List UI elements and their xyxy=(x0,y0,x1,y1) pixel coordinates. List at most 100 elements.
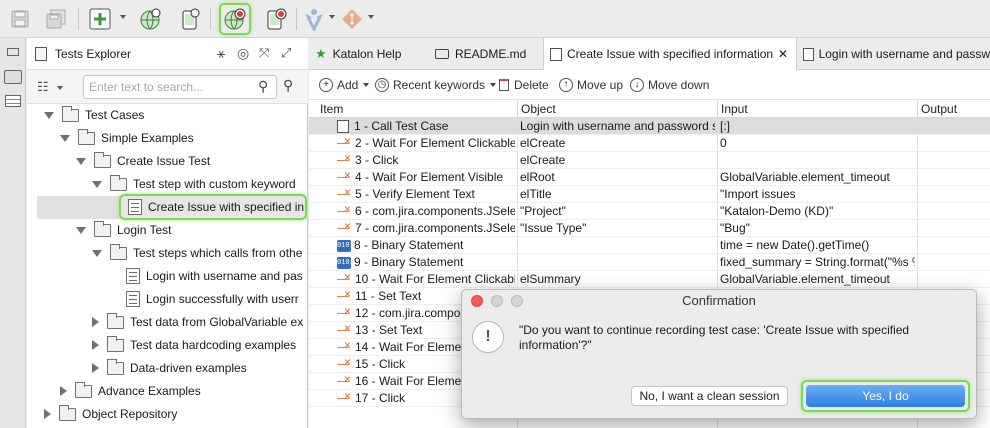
collapse-icon[interactable]: ⚹ xyxy=(217,45,225,62)
tree-item-create-issue-selected[interactable]: Create Issue with specified in xyxy=(37,194,308,220)
tree-item-simple-examples[interactable]: Simple Examples xyxy=(60,127,194,149)
step-item-label: 15 - Click xyxy=(355,357,406,371)
tree-item-login-test[interactable]: Login Test xyxy=(76,219,172,241)
step-object-cell[interactable]: elSummary xyxy=(520,272,715,286)
keyword-icon xyxy=(337,289,353,301)
step-input-cell[interactable]: "Katalon-Demo (KD)" xyxy=(720,204,915,218)
move-up-button[interactable]: ↑ Move up xyxy=(559,76,623,94)
tests-explorer-icon[interactable] xyxy=(4,70,22,84)
step-item-cell[interactable]: 01018 - Binary Statement xyxy=(337,238,515,252)
git-icon[interactable] xyxy=(338,5,366,33)
step-input-cell[interactable]: GlobalVariable.element_timeout xyxy=(720,272,915,286)
no-clean-session-button[interactable]: No, I want a clean session xyxy=(631,386,788,406)
step-input-cell[interactable]: time = new Date().getTime() xyxy=(720,238,915,252)
step-item-cell[interactable]: 01019 - Binary Statement xyxy=(337,255,515,269)
record-web-icon[interactable] xyxy=(219,3,251,35)
advanced-search-icon[interactable]: ⚲ xyxy=(283,77,293,94)
tree-item-hardcoding[interactable]: Test data hardcoding examples xyxy=(90,334,296,356)
column-output[interactable]: Output xyxy=(921,102,957,116)
step-item-cell[interactable]: 2 - Wait For Element Clickable xyxy=(337,136,515,150)
step-object-cell[interactable]: "Project" xyxy=(520,204,715,218)
tree-item-test-cases[interactable]: Test Cases xyxy=(44,104,144,126)
table-row[interactable]: 5 - Verify Element Text elTitle "Import is… xyxy=(309,186,990,203)
step-item-cell[interactable]: 7 - com.jira.components.JSele xyxy=(337,221,515,235)
call-test-case-icon xyxy=(337,120,349,134)
tree-item-data-driven[interactable]: Data-driven examples xyxy=(90,357,247,379)
tree-item-create-issue-test[interactable]: Create Issue Test xyxy=(76,150,210,172)
filter-icon[interactable]: ☷ xyxy=(37,79,49,95)
step-item-label: 12 - com.jira.compo xyxy=(355,306,461,320)
step-input-cell[interactable]: 0 xyxy=(720,136,915,150)
step-object-cell[interactable]: Login with username and password sp xyxy=(520,119,715,133)
column-input[interactable]: Input xyxy=(721,102,748,116)
step-item-cell[interactable]: 10 - Wait For Element Clickable xyxy=(337,272,515,286)
table-row[interactable]: 6 - com.jira.components.JSele "Project" "K… xyxy=(309,203,990,220)
step-item-cell[interactable]: 1 - Call Test Case xyxy=(337,119,515,134)
table-row[interactable]: 7 - com.jira.components.JSele "Issue Type… xyxy=(309,220,990,237)
tree-item-object-repository[interactable]: Object Repository xyxy=(42,403,177,425)
search-box: ⚲ xyxy=(83,75,277,99)
maximize-icon[interactable]: ⤢ xyxy=(281,45,291,61)
step-object-cell[interactable]: elTitle xyxy=(520,187,715,201)
add-icon[interactable] xyxy=(86,5,114,33)
step-item-cell[interactable]: 5 - Verify Element Text xyxy=(337,187,515,201)
tree-item-globalvariable[interactable]: Test data from GlobalVariable ex xyxy=(90,311,303,333)
step-input-cell[interactable]: fixed_summary = String.format("%s % xyxy=(720,255,915,269)
tab-create-issue[interactable]: Create Issue with specified information … xyxy=(543,38,797,70)
table-row[interactable]: 3 - Click elCreate xyxy=(309,152,990,169)
step-object-cell[interactable]: elRoot xyxy=(520,170,715,184)
keywords-icon[interactable] xyxy=(5,95,21,107)
refresh-icon[interactable]: ◎ xyxy=(237,45,249,62)
test-case-icon xyxy=(550,47,562,61)
add-button[interactable]: + Add xyxy=(319,76,370,94)
warning-icon: ! xyxy=(472,321,504,353)
search-input[interactable] xyxy=(84,76,250,98)
table-row[interactable]: 4 - Wait For Element Visible elRoot Global… xyxy=(309,169,990,186)
recent-keywords-button[interactable]: ◷ Recent keywords xyxy=(375,76,497,94)
table-row[interactable]: 1 - Call Test Case Login with username an… xyxy=(309,118,990,135)
table-row[interactable]: 10 - Wait For Element Clickable elSummary… xyxy=(309,271,990,288)
step-input-cell[interactable]: [:] xyxy=(720,119,915,133)
tab-readme[interactable]: README.md xyxy=(425,38,543,70)
tree-item-login-username[interactable]: Login with username and pas xyxy=(126,265,303,287)
step-object-cell[interactable]: elCreate xyxy=(520,153,715,167)
delete-button[interactable]: Delete xyxy=(499,76,549,94)
save-all-icon[interactable] xyxy=(42,5,70,33)
spy-web-icon[interactable] xyxy=(136,5,164,33)
table-row[interactable]: 01019 - Binary Statement fixed_summary = … xyxy=(309,254,990,271)
step-object-cell[interactable]: elCreate xyxy=(520,136,715,150)
step-item-label: 6 - com.jira.components.JSele xyxy=(355,204,515,218)
minimize-icon[interactable] xyxy=(7,48,19,56)
save-icon[interactable] xyxy=(6,5,34,33)
spy-mobile-icon[interactable] xyxy=(176,5,204,33)
yes-button[interactable]: Yes, I do xyxy=(806,385,965,407)
move-down-button[interactable]: ↓ Move down xyxy=(630,76,709,94)
column-item[interactable]: Item xyxy=(320,102,343,116)
step-item-cell[interactable]: 3 - Click xyxy=(337,153,515,167)
jira-icon[interactable] xyxy=(300,5,328,33)
record-mobile-icon[interactable] xyxy=(262,5,290,33)
tree-item-advance-examples[interactable]: Advance Examples xyxy=(58,380,201,402)
filter-dropdown-icon[interactable] xyxy=(57,86,63,90)
table-row[interactable]: 2 - Wait For Element Clickable elCreate 0 xyxy=(309,135,990,152)
keyword-icon xyxy=(337,374,353,386)
table-row[interactable]: 01018 - Binary Statement time = new Date(… xyxy=(309,237,990,254)
step-item-cell[interactable]: 4 - Wait For Element Visible xyxy=(337,170,515,184)
clock-icon: ◷ xyxy=(375,78,389,92)
folder-icon xyxy=(59,404,76,421)
perspective-strip xyxy=(0,38,26,428)
step-input-cell[interactable]: GlobalVariable.element_timeout xyxy=(720,170,915,184)
expand-all-icon[interactable]: ⤧ xyxy=(259,45,269,61)
close-icon[interactable]: ✕ xyxy=(778,47,788,61)
step-input-cell[interactable]: "Bug" xyxy=(720,221,915,235)
step-object-cell[interactable]: "Issue Type" xyxy=(520,221,715,235)
tab-login-username[interactable]: Login with username and passw xyxy=(797,38,990,70)
column-object[interactable]: Object xyxy=(521,102,556,116)
tree-item-calls-from-other[interactable]: Test steps which calls from othe xyxy=(92,242,302,264)
step-input-cell[interactable]: "Import issues xyxy=(720,187,915,201)
tree-item-login-successfully[interactable]: Login successfully with userr xyxy=(126,288,299,310)
tab-katalon-help[interactable]: ★ Katalon Help xyxy=(309,38,425,70)
tree-item-custom-keyword[interactable]: Test step with custom keyword xyxy=(92,173,296,195)
step-item-cell[interactable]: 6 - com.jira.components.JSele xyxy=(337,204,515,218)
search-icon[interactable]: ⚲ xyxy=(258,78,268,95)
